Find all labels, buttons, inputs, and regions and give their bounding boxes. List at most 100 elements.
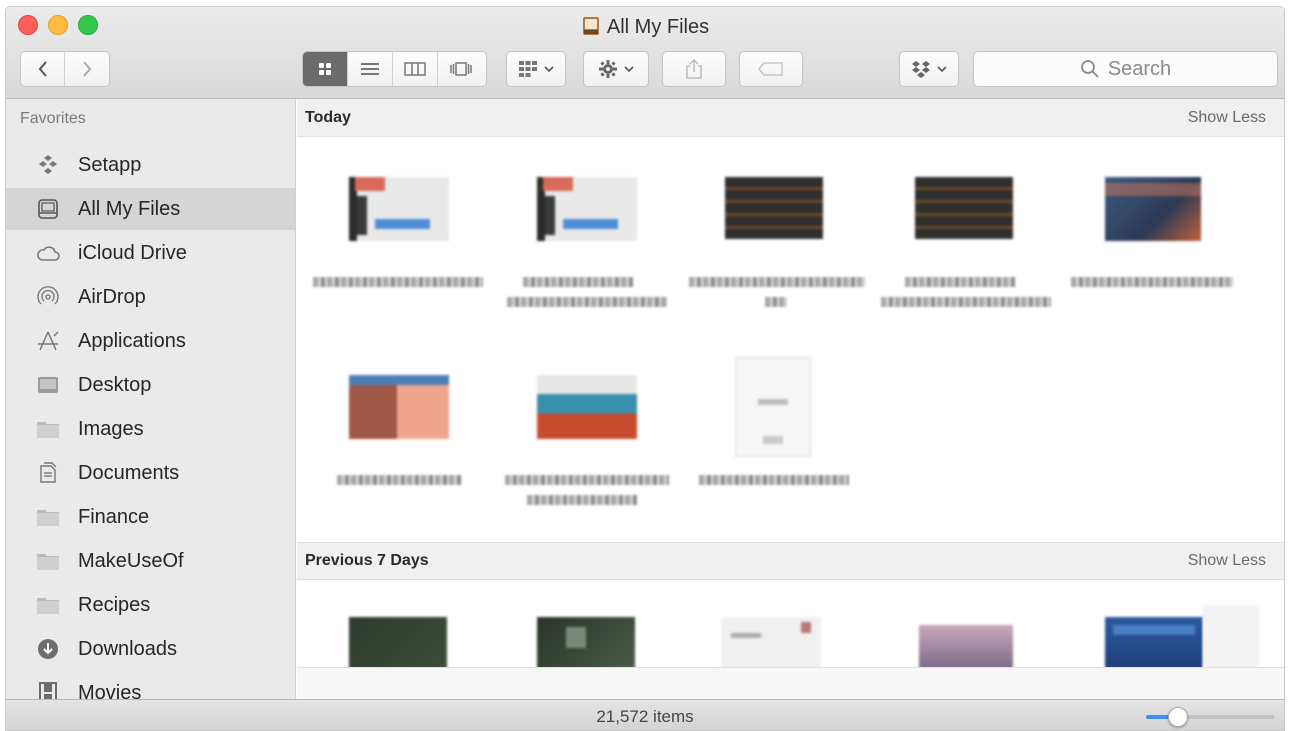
- sidebar-item-all-my-files[interactable]: All My Files: [6, 188, 295, 230]
- file-name: [1071, 277, 1233, 287]
- sidebar-item-label: Recipes: [78, 593, 151, 616]
- applications-icon: [36, 329, 60, 353]
- file-item[interactable]: [309, 599, 489, 669]
- sidebar-item-downloads[interactable]: Downloads: [6, 628, 295, 670]
- list-view-button[interactable]: [348, 52, 393, 86]
- file-name: [505, 475, 669, 485]
- file-thumbnail: [721, 617, 821, 669]
- file-name: [689, 277, 865, 287]
- file-item[interactable]: [875, 599, 1055, 669]
- file-thumbnail: [349, 617, 447, 669]
- view-mode-control: [302, 51, 487, 87]
- file-thumbnail: [349, 177, 449, 241]
- sidebar-item-recipes[interactable]: Recipes: [6, 584, 295, 626]
- search-field[interactable]: Search: [973, 51, 1278, 87]
- sidebar-item-documents[interactable]: Documents: [6, 452, 295, 494]
- file-item[interactable]: [687, 357, 867, 527]
- file-name: [905, 277, 1015, 287]
- file-item[interactable]: [497, 367, 677, 527]
- dropbox-button[interactable]: [899, 51, 959, 87]
- status-bar: 21,572 items: [6, 699, 1284, 730]
- cover-flow-view-button[interactable]: [438, 52, 483, 86]
- sidebar-item-images[interactable]: Images: [6, 408, 295, 450]
- file-thumbnail: [537, 375, 637, 439]
- chevron-right-icon: [83, 61, 92, 77]
- file-name-line2: [527, 495, 637, 505]
- file-name: [523, 277, 633, 287]
- file-item[interactable]: [309, 169, 489, 329]
- list-icon: [361, 63, 379, 75]
- airdrop-icon: [36, 285, 60, 309]
- file-browser: Today Show Less Previous 7 Days Show Les…: [297, 99, 1284, 699]
- file-item[interactable]: [497, 169, 677, 329]
- sidebar-item-finance[interactable]: Finance: [6, 496, 295, 538]
- file-item[interactable]: [687, 599, 867, 669]
- section-title: Today: [305, 108, 351, 126]
- file-name: [699, 475, 849, 485]
- folder-icon: [36, 417, 60, 441]
- file-name: [313, 277, 483, 287]
- downloads-icon: [36, 637, 60, 661]
- file-thumbnail-edge: [1203, 605, 1259, 669]
- window-title: All My Files: [6, 16, 1284, 39]
- file-name-line2: [881, 297, 1051, 307]
- file-name: [337, 475, 462, 485]
- file-thumbnail: [1105, 617, 1203, 669]
- sidebar-item-makeuseof[interactable]: MakeUseOf: [6, 540, 295, 582]
- chevron-down-icon: [544, 66, 554, 73]
- action-button[interactable]: [583, 51, 649, 87]
- chevron-down-icon: [624, 66, 634, 73]
- tag-icon: [758, 62, 783, 76]
- file-item[interactable]: [497, 599, 677, 669]
- file-thumbnail: [349, 375, 449, 439]
- sidebar-item-setapp[interactable]: Setapp: [6, 144, 295, 186]
- arrange-icon: [519, 61, 537, 77]
- toolbar: All My Files Search: [6, 7, 1284, 99]
- document-thumbnail: [735, 357, 811, 457]
- sidebar-item-movies[interactable]: Movies: [6, 672, 295, 700]
- share-button[interactable]: [662, 51, 726, 87]
- file-thumbnail: [1105, 177, 1201, 241]
- show-less-button[interactable]: Show Less: [1188, 109, 1266, 127]
- sidebar-item-label: iCloud Drive: [78, 241, 187, 264]
- tag-button[interactable]: [739, 51, 803, 87]
- content-bottom-edge: [297, 667, 1284, 699]
- back-button[interactable]: [21, 52, 66, 86]
- item-count: 21,572 items: [596, 707, 694, 726]
- sidebar-item-airdrop[interactable]: AirDrop: [6, 276, 295, 318]
- slider-knob[interactable]: [1168, 707, 1188, 727]
- dropbox-icon: [912, 61, 930, 78]
- sidebar-item-label: Documents: [78, 461, 180, 484]
- arrange-button[interactable]: [506, 51, 566, 87]
- sidebar-item-applications[interactable]: Applications: [6, 320, 295, 362]
- window-title-text: All My Files: [606, 16, 710, 38]
- file-thumbnail: [919, 625, 1013, 669]
- file-item[interactable]: [687, 169, 867, 329]
- file-item[interactable]: [875, 169, 1055, 329]
- forward-button[interactable]: [65, 52, 109, 86]
- file-item[interactable]: [1063, 169, 1243, 329]
- sidebar-item-label: Applications: [78, 329, 186, 352]
- show-less-button[interactable]: Show Less: [1188, 552, 1266, 570]
- gear-icon: [599, 60, 617, 78]
- sidebar-item-label: Movies: [78, 681, 142, 700]
- file-name-line2: [507, 297, 667, 307]
- search-icon: [1080, 60, 1099, 78]
- movies-icon: [36, 681, 60, 699]
- sidebar-item-desktop[interactable]: Desktop: [6, 364, 295, 406]
- desktop-icon: [36, 373, 60, 397]
- file-thumbnail: [537, 617, 635, 669]
- icon-view-button[interactable]: [303, 52, 348, 86]
- search-placeholder: Search: [1107, 57, 1172, 80]
- chevron-left-icon: [38, 61, 47, 77]
- file-thumbnail: [537, 177, 637, 241]
- file-item[interactable]: [309, 367, 489, 527]
- navigation-buttons: [20, 51, 110, 87]
- icon-grid-icon: [319, 63, 331, 75]
- sidebar: Favorites Setapp All My Files iCloud Dri…: [6, 99, 296, 699]
- icon-size-slider[interactable]: [1146, 707, 1274, 727]
- sidebar-item-label: Images: [78, 417, 144, 440]
- column-view-button[interactable]: [393, 52, 438, 86]
- file-item[interactable]: [1063, 599, 1259, 669]
- sidebar-item-icloud-drive[interactable]: iCloud Drive: [6, 232, 295, 274]
